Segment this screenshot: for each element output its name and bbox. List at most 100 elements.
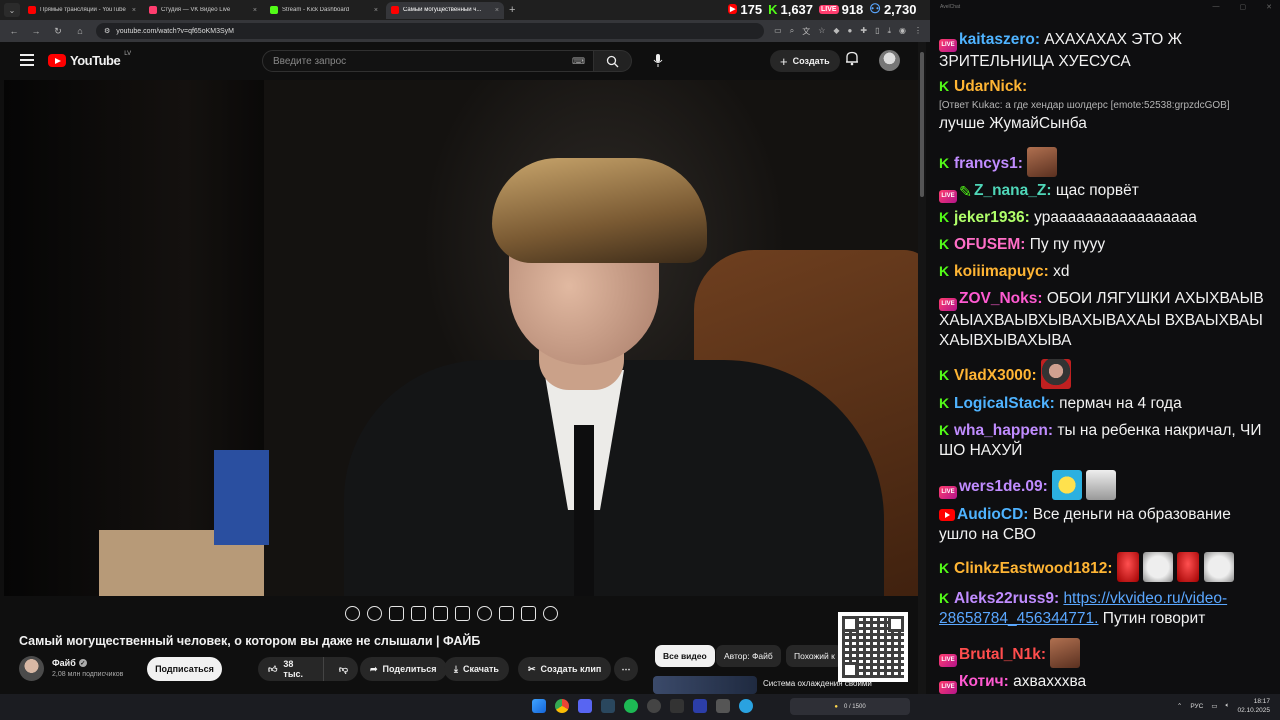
chat-username[interactable]: Z_nana_Z: (974, 182, 1052, 199)
chip-related[interactable]: Похожий к (786, 645, 843, 667)
puzzle-icon[interactable]: ✚ (860, 26, 867, 37)
extension-icon[interactable]: ◆ (833, 26, 839, 37)
tab-search-icon[interactable]: ⌄ (4, 3, 20, 17)
browser-tab[interactable]: Stream - Kick Dashboard × (265, 2, 383, 19)
spotify-icon[interactable] (624, 699, 638, 713)
windows-start-icon[interactable] (532, 699, 546, 713)
chat-username[interactable]: Aleks22russ9: (954, 590, 1059, 607)
chat-username[interactable]: Котич: (959, 673, 1009, 690)
media-player-icon[interactable] (693, 699, 707, 713)
dislike-button[interactable]: 👎︎ (329, 664, 358, 675)
frames-icon[interactable] (455, 605, 470, 621)
profile-icon[interactable]: ◉ (899, 26, 906, 37)
zoom-icon[interactable]: ⌕ (790, 26, 794, 37)
channel-avatar[interactable] (19, 656, 44, 681)
chat-username[interactable]: UdarNick: (954, 78, 1027, 95)
search-button[interactable] (594, 50, 632, 72)
share-button[interactable]: ➦ Поделиться (360, 657, 447, 681)
chat-username[interactable]: OFUSEM: (954, 236, 1025, 253)
broadcast-icon[interactable] (367, 605, 382, 621)
url-field[interactable]: ⚙ youtube.com/watch?v=qf65oKM3SyM (96, 23, 765, 39)
menu-dots-icon[interactable]: ⋮ (914, 26, 922, 37)
chat-username[interactable]: ClinkzEastwood1812: (954, 560, 1113, 577)
youtube-logo[interactable]: YouTube LV (48, 51, 131, 68)
loop-icon[interactable] (345, 605, 360, 621)
chat-username[interactable]: jeker1936: (954, 209, 1030, 226)
recommended-thumbnail[interactable] (653, 676, 757, 694)
close-tab-icon[interactable]: × (495, 7, 499, 14)
obs-status-widget[interactable]: ● 0 / 1500 (790, 698, 910, 715)
subscribe-button[interactable]: Подписаться (147, 657, 222, 681)
page-scrollbar[interactable] (918, 42, 926, 694)
channel-name[interactable]: Файб ✓ (52, 658, 87, 668)
language-indicator[interactable]: РУС (1190, 703, 1203, 710)
discord-icon[interactable] (578, 699, 592, 713)
speed-gauge-icon[interactable] (477, 605, 492, 621)
extension-icon[interactable]: ● (848, 26, 853, 37)
chat-username[interactable]: francys1: (954, 155, 1023, 172)
close-tab-icon[interactable]: × (132, 7, 136, 14)
video-player[interactable] (4, 80, 918, 596)
notifications-bell-icon[interactable] (845, 51, 859, 71)
chat-username[interactable]: kaitaszero: (959, 31, 1040, 48)
chat-username[interactable]: wers1de.09: (959, 478, 1048, 495)
cast-icon[interactable]: ▭ (774, 26, 782, 37)
create-clip-button[interactable]: ✂ Создать клип (518, 657, 612, 681)
chat-message: LIVE ✎ Z_nana_Z: щас порвёт (939, 181, 1271, 203)
site-info-icon[interactable]: ⚙ (104, 27, 110, 35)
close-tab-icon[interactable]: × (374, 7, 378, 14)
chat-username[interactable]: LogicalStack: (954, 395, 1055, 412)
chat-text: урааааааааааааааааа (1034, 209, 1197, 226)
home-icon[interactable]: ⌂ (74, 26, 86, 36)
chat-username[interactable]: wha_happen: (954, 422, 1053, 439)
steam-icon[interactable] (601, 699, 615, 713)
camera-icon[interactable] (521, 605, 536, 621)
gear-icon[interactable] (543, 605, 558, 621)
minimize-icon[interactable]: — (1213, 3, 1220, 11)
create-button[interactable]: + Создать (770, 50, 840, 72)
telegram-icon[interactable] (739, 699, 753, 713)
close-icon[interactable]: ✕ (1266, 3, 1272, 11)
search-input[interactable]: Введите запрос ⌨ (262, 50, 594, 72)
chat-username[interactable]: Brutal_N1k: (959, 646, 1046, 663)
hamburger-menu-icon[interactable] (20, 54, 34, 66)
close-tab-icon[interactable]: × (253, 7, 257, 14)
chip-author[interactable]: Автор: Файб (716, 645, 781, 667)
picture-in-picture-icon[interactable] (433, 605, 448, 621)
filmstrip-icon[interactable] (411, 605, 426, 621)
user-avatar[interactable] (879, 50, 900, 71)
volume-icon[interactable]: 🔈︎ (1226, 702, 1230, 710)
recommended-title[interactable]: Система охлаждения своими (763, 679, 872, 688)
back-icon[interactable]: ← (8, 26, 20, 36)
app-icon[interactable] (716, 699, 730, 713)
browser-tab[interactable]: Прямые трансляции - YouTube × (23, 2, 141, 19)
sidebar-icon[interactable]: ▯ (875, 26, 879, 37)
download-icon[interactable]: ⤓ (887, 26, 891, 37)
screenshot-icon[interactable] (389, 605, 404, 621)
add-box-icon[interactable] (499, 605, 514, 621)
chevron-up-icon[interactable]: ⌃ (1177, 702, 1182, 710)
chat-username[interactable]: AudioCD: (957, 506, 1028, 523)
network-icon[interactable]: ▭ (1211, 702, 1217, 710)
obs-icon[interactable] (647, 699, 661, 713)
chrome-icon[interactable] (555, 699, 569, 713)
clock[interactable]: 18:17 02.10.2025 (1237, 697, 1270, 715)
browser-tab-active[interactable]: Самый могущественный ч... × (386, 1, 504, 19)
chat-username[interactable]: koiiimapuyc: (954, 263, 1049, 280)
more-actions-button[interactable]: ⋯ (614, 657, 638, 681)
download-button[interactable]: ⤓ Скачать (444, 657, 509, 681)
chat-username[interactable]: ZOV_Noks: (959, 290, 1043, 307)
like-button[interactable]: 👍︎ 38 тыс. (258, 657, 324, 681)
browser-tab[interactable]: Студия — VK Видео Live × (144, 2, 262, 19)
translate-icon[interactable]: 文 (802, 26, 810, 37)
app-icon[interactable] (670, 699, 684, 713)
forward-icon[interactable]: → (30, 26, 42, 36)
chat-username[interactable]: VladX3000: (954, 367, 1037, 384)
reload-icon[interactable]: ↻ (52, 26, 64, 37)
bookmark-star-icon[interactable]: ☆ (818, 26, 825, 37)
maximize-icon[interactable]: ▢ (1240, 3, 1247, 11)
new-tab-icon[interactable]: + (509, 4, 515, 16)
keyboard-icon[interactable]: ⌨ (572, 56, 585, 67)
voice-search-button[interactable] (648, 51, 668, 71)
chip-all-videos[interactable]: Все видео (655, 645, 715, 667)
